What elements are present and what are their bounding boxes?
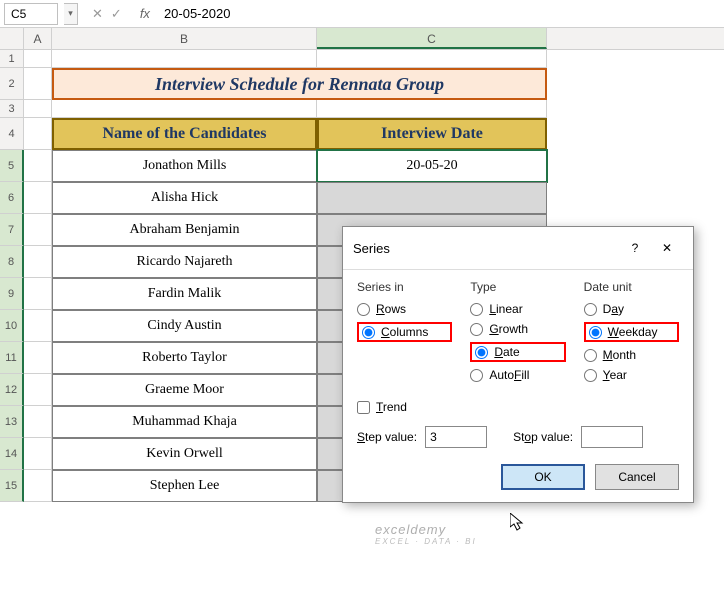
candidate-cell[interactable]: Jonathon Mills (52, 150, 317, 182)
radio-columns[interactable]: Columns (357, 322, 452, 342)
col-header-b[interactable]: B (52, 28, 317, 49)
row-header[interactable]: 4 (0, 118, 24, 150)
fx-icon[interactable]: fx (136, 6, 154, 21)
radio-weekday[interactable]: Weekday (584, 322, 679, 342)
ok-button[interactable]: OK (501, 464, 585, 490)
header-name[interactable]: Name of the Candidates (52, 118, 317, 150)
radio-growth[interactable]: Growth (470, 322, 565, 336)
candidate-cell[interactable]: Kevin Orwell (52, 438, 317, 470)
row-header[interactable]: 9 (0, 278, 24, 310)
row-header[interactable]: 10 (0, 310, 24, 342)
candidate-cell[interactable]: Alisha Hick (52, 182, 317, 214)
column-headers: A B C (0, 28, 724, 50)
row-header[interactable]: 2 (0, 68, 24, 100)
enter-icon[interactable]: ✓ (111, 6, 122, 22)
formula-bar-row: ▾ ✕ ✓ fx (0, 0, 724, 28)
stop-value-label: Stop value: (513, 430, 573, 444)
radio-day[interactable]: Day (584, 302, 679, 316)
date-cell[interactable] (317, 182, 547, 214)
radio-linear[interactable]: Linear (470, 302, 565, 316)
step-value-input[interactable] (425, 426, 487, 448)
candidate-cell[interactable]: Cindy Austin (52, 310, 317, 342)
row-header[interactable]: 6 (0, 182, 24, 214)
trend-checkbox[interactable]: Trend (357, 400, 679, 414)
row-header[interactable]: 15 (0, 470, 24, 502)
row-headers: 1 2 3 4 5 6 7 8 9 10 11 12 13 14 15 (0, 50, 24, 502)
header-date[interactable]: Interview Date (317, 118, 547, 150)
row-header[interactable]: 7 (0, 214, 24, 246)
candidate-cell[interactable]: Fardin Malik (52, 278, 317, 310)
name-box-dropdown[interactable]: ▾ (64, 3, 78, 25)
date-cell-active[interactable]: 20-05-20 (317, 150, 547, 182)
cursor-icon (510, 513, 528, 536)
help-button[interactable]: ? (619, 235, 651, 261)
candidate-cell[interactable]: Muhammad Khaja (52, 406, 317, 438)
formula-input[interactable] (160, 4, 720, 23)
row-header[interactable]: 5 (0, 150, 24, 182)
dialog-title: Series (353, 241, 619, 256)
formula-bar-icons: ✕ ✓ (84, 6, 130, 22)
row-header[interactable]: 11 (0, 342, 24, 374)
radio-rows[interactable]: RRowsows (357, 302, 452, 316)
row-header[interactable]: 3 (0, 100, 24, 118)
radio-autofill[interactable]: AutoFill (470, 368, 565, 382)
candidate-cell[interactable]: Ricardo Najareth (52, 246, 317, 278)
row-header[interactable]: 12 (0, 374, 24, 406)
select-all-corner[interactable] (0, 28, 24, 49)
col-header-c[interactable]: C (317, 28, 547, 49)
name-box[interactable] (4, 3, 58, 25)
series-dialog: Series ? ✕ Series in RRowsows Columns Ty… (342, 226, 694, 503)
col-header-a[interactable]: A (24, 28, 52, 49)
row-header[interactable]: 1 (0, 50, 24, 68)
close-button[interactable]: ✕ (651, 235, 683, 261)
title-cell[interactable]: Interview Schedule for Rennata Group (52, 68, 547, 100)
series-in-label: Series in (357, 280, 452, 294)
radio-month[interactable]: Month (584, 348, 679, 362)
candidate-cell[interactable]: Abraham Benjamin (52, 214, 317, 246)
candidate-cell[interactable]: Roberto Taylor (52, 342, 317, 374)
cancel-icon[interactable]: ✕ (92, 6, 103, 22)
type-label: Type (470, 280, 565, 294)
cancel-button[interactable]: Cancel (595, 464, 679, 490)
dialog-titlebar[interactable]: Series ? ✕ (343, 227, 693, 270)
row-header[interactable]: 14 (0, 438, 24, 470)
stop-value-input[interactable] (581, 426, 643, 448)
candidate-cell[interactable]: Graeme Moor (52, 374, 317, 406)
row-header[interactable]: 8 (0, 246, 24, 278)
candidate-cell[interactable]: Stephen Lee (52, 470, 317, 502)
radio-year[interactable]: Year (584, 368, 679, 382)
watermark: exceldemy EXCEL · DATA · BI (375, 522, 477, 546)
step-value-label: Step value: (357, 430, 417, 444)
row-header[interactable]: 13 (0, 406, 24, 438)
date-unit-label: Date unit (584, 280, 679, 294)
radio-date[interactable]: Date (470, 342, 565, 362)
